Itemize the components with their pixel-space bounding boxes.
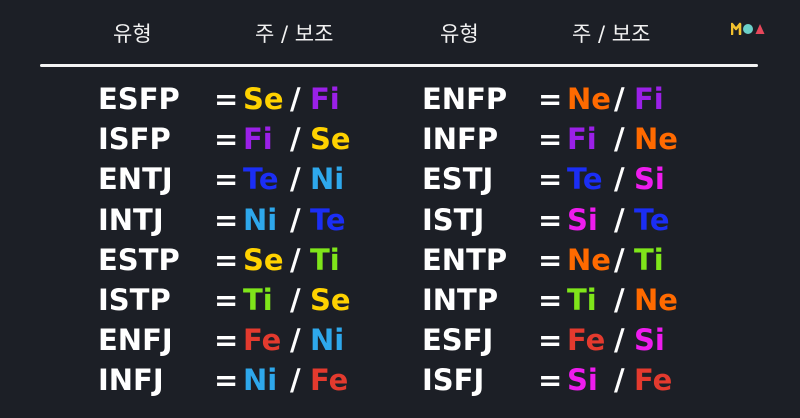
logo-m-shape xyxy=(731,22,742,35)
primary-function: Ne xyxy=(567,82,611,116)
equals-sign: = xyxy=(538,202,563,237)
auxiliary-function: Ni xyxy=(310,323,345,358)
auxiliary-function: Ni xyxy=(310,162,345,197)
equals-sign: = xyxy=(538,242,563,277)
primary-function: Se xyxy=(243,242,284,277)
function-separator: / xyxy=(290,122,301,157)
function-separator: / xyxy=(614,82,625,116)
function-separator: / xyxy=(614,122,625,157)
function-separator: / xyxy=(290,162,301,197)
equals-sign: = xyxy=(538,162,563,197)
mbti-type-label: ESTP xyxy=(98,242,180,277)
mbti-type-label: INTJ xyxy=(98,202,164,237)
auxiliary-function: Ne xyxy=(634,122,678,157)
primary-function: Te xyxy=(243,162,279,197)
logo-a-shape xyxy=(755,24,765,34)
auxiliary-function: Fi xyxy=(310,82,340,116)
mbti-type-label: ENTP xyxy=(422,242,508,277)
auxiliary-function: Si xyxy=(634,323,665,358)
equals-sign: = xyxy=(214,202,239,237)
auxiliary-function: Si xyxy=(634,162,665,197)
mbti-type-label: ENTJ xyxy=(98,162,173,197)
function-separator: / xyxy=(290,202,301,237)
primary-function: Fi xyxy=(567,122,597,157)
auxiliary-function: Se xyxy=(310,282,351,317)
mbti-type-label: INTP xyxy=(422,282,499,317)
function-separator: / xyxy=(290,282,301,317)
equals-sign: = xyxy=(538,122,563,157)
mbti-type-label: ESTJ xyxy=(422,162,494,197)
equals-sign: = xyxy=(538,323,563,358)
mbti-type-label: ENFP xyxy=(422,82,508,116)
primary-function: Ni xyxy=(243,363,278,398)
primary-function: Ne xyxy=(567,242,611,277)
mbti-type-label: ISFP xyxy=(98,122,171,157)
equals-sign: = xyxy=(538,82,563,116)
mbti-type-label: ISTP xyxy=(98,282,171,317)
primary-function: Fe xyxy=(243,323,282,358)
function-separator: / xyxy=(290,363,301,398)
mbti-type-label: ENFJ xyxy=(98,323,173,358)
header-right-function: 주 / 보조 xyxy=(572,22,651,46)
function-separator: / xyxy=(290,242,301,277)
equals-sign: = xyxy=(538,363,563,398)
primary-function: Se xyxy=(243,82,284,116)
function-separator: / xyxy=(614,242,625,277)
equals-sign: = xyxy=(214,282,239,317)
mbti-type-label: ISFJ xyxy=(422,363,485,398)
equals-sign: = xyxy=(214,162,239,197)
equals-sign: = xyxy=(214,242,239,277)
moa-logo-icon xyxy=(731,22,765,35)
primary-function: Te xyxy=(567,162,603,197)
function-separator: / xyxy=(290,323,301,358)
primary-function: Si xyxy=(567,363,598,398)
header-left-type: 유형 xyxy=(113,22,152,46)
logo-o-shape xyxy=(743,24,753,34)
auxiliary-function: Fe xyxy=(634,363,673,398)
auxiliary-function: Ne xyxy=(634,282,678,317)
primary-function: Ti xyxy=(243,282,273,317)
function-separator: / xyxy=(614,202,625,237)
primary-function: Fe xyxy=(567,323,606,358)
equals-sign: = xyxy=(214,323,239,358)
mbti-type-label: ESFJ xyxy=(422,323,494,358)
primary-function: Ni xyxy=(243,202,278,237)
auxiliary-function: Te xyxy=(310,202,346,237)
equals-sign: = xyxy=(214,122,239,157)
auxiliary-function: Ti xyxy=(634,242,664,277)
mbti-type-label: ISTJ xyxy=(422,202,485,237)
auxiliary-function: Se xyxy=(310,122,351,157)
header-left-function: 주 / 보조 xyxy=(255,22,334,46)
equals-sign: = xyxy=(538,282,563,317)
equals-sign: = xyxy=(214,363,239,398)
function-separator: / xyxy=(614,282,625,317)
primary-function: Ti xyxy=(567,282,597,317)
auxiliary-function: Fi xyxy=(634,82,664,116)
function-separator: / xyxy=(614,363,625,398)
function-separator: / xyxy=(290,82,301,116)
primary-function: Fi xyxy=(243,122,273,157)
function-separator: / xyxy=(614,162,625,197)
primary-function: Si xyxy=(567,202,598,237)
header-right-type: 유형 xyxy=(440,22,479,46)
header-divider xyxy=(40,64,758,67)
auxiliary-function: Te xyxy=(634,202,670,237)
mbti-type-label: INFJ xyxy=(98,363,164,398)
mbti-type-label: ESFP xyxy=(98,82,180,116)
auxiliary-function: Fe xyxy=(310,363,349,398)
auxiliary-function: Ti xyxy=(310,242,340,277)
function-separator: / xyxy=(614,323,625,358)
equals-sign: = xyxy=(214,82,239,116)
mbti-function-table: 유형 주 / 보조 유형 주 / 보조 ESFP = Se / Fi ISFP = Fi / Se… xyxy=(0,0,800,418)
mbti-type-label: INFP xyxy=(422,122,499,157)
